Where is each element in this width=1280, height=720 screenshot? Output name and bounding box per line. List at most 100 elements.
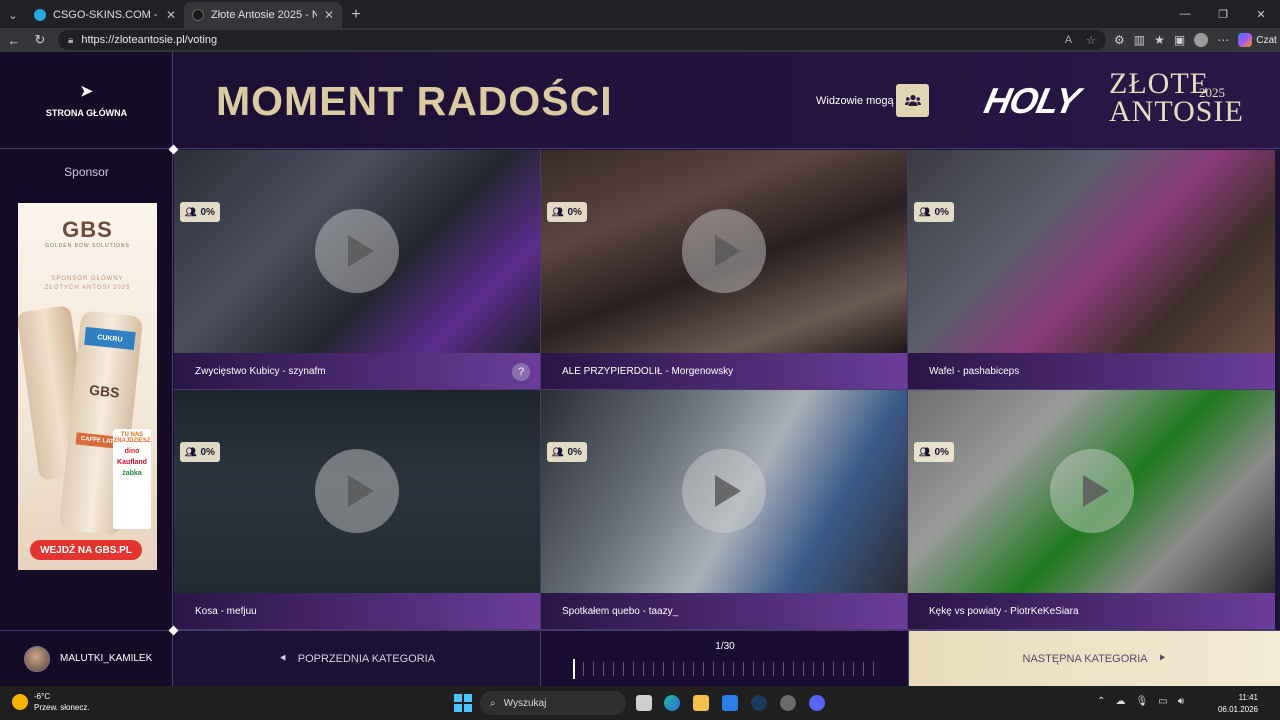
clip-card[interactable]: 👥︎ 0% Wafel - pashabiceps: [908, 150, 1275, 390]
play-button-icon[interactable]: [682, 449, 766, 533]
viewers-toggle-button[interactable]: [896, 84, 929, 117]
task-view-icon[interactable]: [636, 695, 652, 711]
copilot-button[interactable]: Czat: [1238, 33, 1277, 47]
edge-icon[interactable]: [664, 695, 680, 711]
store-icon[interactable]: [722, 695, 738, 711]
system-tray: ⌃ ☁ 🎙︎ ▭ 🔊︎: [1097, 696, 1184, 707]
shop-zabka: żabka: [122, 470, 142, 477]
tab-actions-chevron-icon[interactable]: ⌄: [0, 2, 26, 28]
cloud-icon[interactable]: ☁: [1116, 696, 1126, 707]
people-icon: 👥︎: [552, 206, 564, 217]
date: 06.01.2026: [1217, 705, 1258, 714]
more-menu-icon[interactable]: ⋯: [1217, 33, 1229, 47]
play-button-icon[interactable]: [1049, 449, 1134, 533]
weather-widget[interactable]: -6°C Przew. słonecz.: [12, 691, 90, 713]
browser-tab-bar: ⌄ CSGO-SKINS.COM - Najlepsze Skin ✕ Złot…: [0, 0, 1280, 28]
clip-caption: Zwycięstwo Kubicy - szynafm: [174, 353, 540, 389]
previous-category-button[interactable]: ⯇ POPRZEDNIA KATEGORIA: [174, 631, 541, 686]
back-button[interactable]: ←: [2, 28, 26, 52]
favorite-star-icon[interactable]: ☆: [1086, 34, 1096, 47]
sponsor-brand-sub: GOLDEN BOW SOLUTIONS: [45, 243, 130, 249]
back-arrow-icon: ➤: [80, 83, 93, 100]
home-link[interactable]: ➤ STRONA GŁÓWNA: [0, 52, 173, 149]
logo-year: 2025: [1199, 85, 1225, 100]
user-profile[interactable]: MALUTKI_KAMILEK: [0, 630, 173, 686]
sponsor-banner[interactable]: GBS GOLDEN BOW SOLUTIONS SPONSOR GŁÓWNY …: [18, 203, 157, 570]
sponsor-tagline: SPONSOR GŁÓWNY ZŁOTYCH ANTOSI 2025: [44, 276, 131, 291]
sponsor-brand: GBS: [62, 217, 113, 242]
network-icon[interactable]: ▭: [1158, 696, 1167, 707]
clip-card[interactable]: 👥︎ 0% ALE PRZYPIERDOLIŁ - Morgenowsky: [541, 150, 908, 390]
people-icon: 👥︎: [552, 446, 564, 457]
browser-tab-zlote-antosie[interactable]: Złote Antosie 2025 - Największy P ✕: [184, 2, 342, 28]
zlote-antosie-favicon-icon: [192, 9, 204, 21]
site-info-icon[interactable]: 🔒︎: [68, 35, 73, 46]
profile-avatar[interactable]: [1194, 33, 1209, 47]
copilot-label: Czat: [1256, 34, 1277, 46]
clip-card[interactable]: 👥︎ 0% Zwycięstwo Kubicy - szynafm ?: [174, 150, 541, 390]
sun-icon: [12, 694, 28, 710]
clip-caption: Wafel - pashabiceps: [908, 353, 1275, 389]
app-icon[interactable]: [780, 695, 796, 711]
clip-card[interactable]: 👥︎ 0% Spotkałem quebo - taazy_: [541, 390, 908, 630]
play-button-icon[interactable]: [315, 209, 399, 293]
close-window-icon[interactable]: ✕: [1242, 0, 1280, 28]
discord-icon[interactable]: [809, 695, 825, 711]
reload-button[interactable]: ↻: [28, 28, 52, 52]
clip-card[interactable]: 👥︎ 0% Kosa - mefjuu: [174, 390, 541, 630]
voting-page: ➤ STRONA GŁÓWNA Sponsor GBS GOLDEN BOW S…: [0, 52, 1280, 686]
restore-icon[interactable]: ❐: [1204, 0, 1242, 28]
sponsor-label: Sponsor: [64, 165, 109, 179]
sponsor-cta-button[interactable]: WEJDŹ NA GBS.PL: [30, 540, 142, 560]
search-placeholder: Wyszukaj: [503, 697, 547, 709]
help-icon[interactable]: ?: [512, 363, 530, 381]
people-icon: 👥︎: [185, 206, 197, 217]
category-pager[interactable]: 1/30: [541, 631, 909, 686]
steam-icon[interactable]: [751, 695, 767, 711]
time: 11:41: [1238, 693, 1258, 702]
play-button-icon[interactable]: [682, 209, 766, 293]
favorites-icon[interactable]: ★: [1154, 33, 1165, 47]
next-category-button[interactable]: NASTĘPNA KATEGORIA ⯈: [909, 631, 1280, 686]
clip-card[interactable]: 👥︎ 0% Kękę vs powiaty - PiotrKeKeSiara: [908, 390, 1275, 630]
pager-track[interactable]: [573, 662, 881, 676]
csgo-skins-favicon-icon: [34, 9, 46, 21]
extensions-icon[interactable]: ⚙: [1114, 33, 1125, 47]
read-aloud-icon[interactable]: A: [1065, 34, 1072, 46]
split-screen-icon[interactable]: ▥: [1134, 33, 1145, 47]
file-explorer-icon[interactable]: [693, 695, 709, 711]
microphone-icon[interactable]: 🎙︎: [1136, 696, 1149, 707]
page-counter: 1/30: [715, 641, 735, 652]
pager-handle[interactable]: [573, 659, 575, 679]
left-sidebar: ➤ STRONA GŁÓWNA Sponsor GBS GOLDEN BOW S…: [0, 52, 173, 686]
window-controls: — ❐ ✕: [1166, 0, 1280, 28]
minimize-icon[interactable]: —: [1166, 0, 1204, 28]
clock[interactable]: 11:41 06.01.2026: [1218, 692, 1258, 716]
can-badge: CUKRU: [84, 326, 136, 351]
close-tab-icon[interactable]: ✕: [166, 8, 176, 22]
collections-icon[interactable]: ▣: [1174, 33, 1185, 47]
new-tab-button[interactable]: +: [342, 2, 370, 28]
chevron-up-icon[interactable]: ⌃: [1097, 696, 1105, 707]
can-brand: GBS: [88, 381, 121, 401]
volume-icon[interactable]: 🔊︎: [1178, 696, 1184, 707]
next-category-label: NASTĘPNA KATEGORIA: [1022, 653, 1148, 665]
play-button-icon[interactable]: [315, 449, 399, 533]
browser-tab-csgo-skins[interactable]: CSGO-SKINS.COM - Najlepsze Skin ✕: [26, 2, 184, 28]
arrow-left-icon: ⯇: [278, 652, 288, 665]
visibility-label: Widzowie mogą: [816, 95, 894, 107]
shop-dino: dino: [124, 448, 140, 455]
home-label: STRONA GŁÓWNA: [45, 108, 128, 118]
shops-header: TU NAS ZNAJDZIESZ: [113, 432, 151, 444]
url-text: https://zloteantosie.pl/voting: [81, 34, 218, 46]
logo-line-2: ANTOSIE: [1109, 95, 1244, 128]
close-tab-icon[interactable]: ✕: [324, 8, 334, 22]
vote-percent-badge: 👥︎ 0%: [180, 442, 220, 462]
start-button[interactable]: [454, 694, 472, 712]
address-bar[interactable]: 🔒︎ https://zloteantosie.pl/voting A ☆: [58, 30, 1106, 50]
vote-percent-badge: 👥︎ 0%: [180, 202, 220, 222]
username: MALUTKI_KAMILEK: [60, 653, 153, 664]
taskbar-search[interactable]: ⌕ Wyszukaj: [480, 691, 626, 715]
copilot-icon: [1238, 33, 1253, 47]
category-header: MOMENT RADOŚCI Widzowie mogą HOLY ZŁOTE …: [174, 52, 1280, 149]
